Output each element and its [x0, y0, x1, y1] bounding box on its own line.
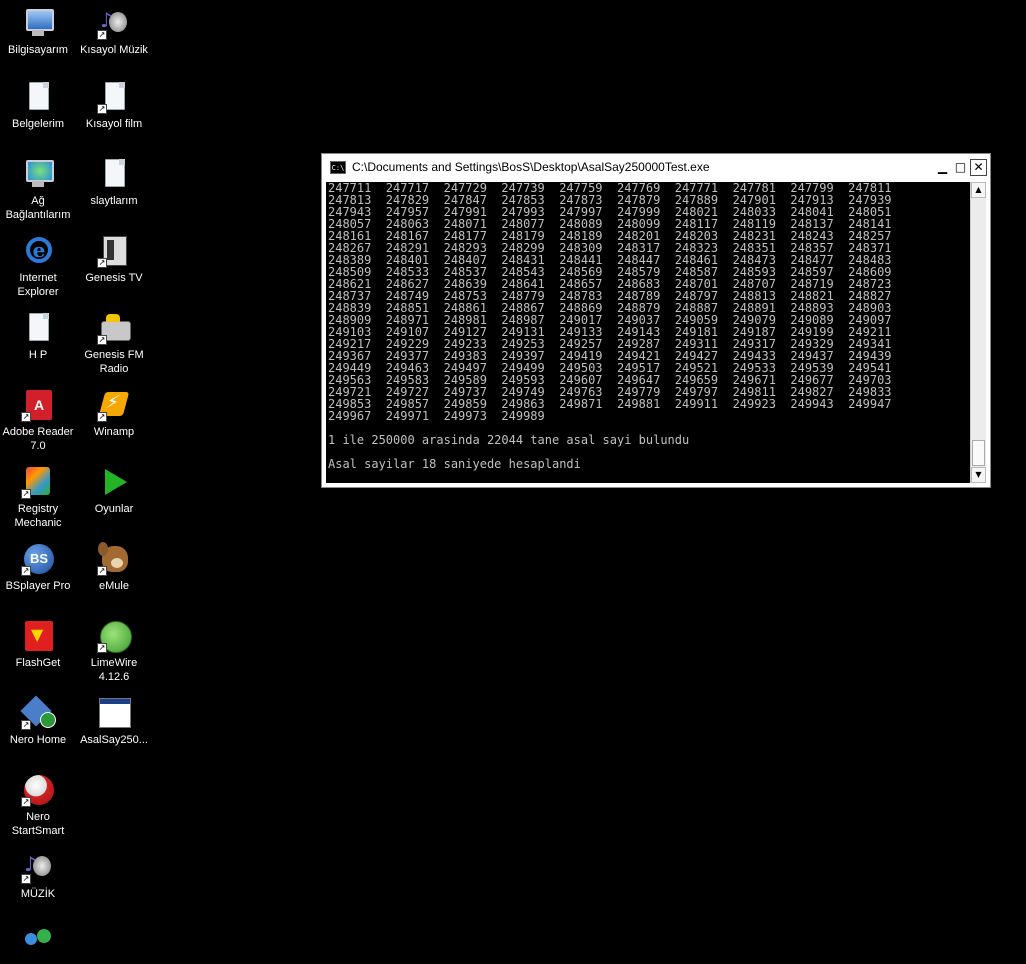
network-icon	[21, 157, 55, 191]
adobe-reader-icon: A ↗	[21, 388, 55, 422]
nero-startsmart-icon: ↗	[21, 773, 55, 807]
desktop-icon-label: H P	[28, 349, 48, 361]
desktop-icon-games[interactable]: Oyunlar	[76, 465, 152, 516]
desktop-icon-label: BSplayer Pro	[5, 580, 71, 592]
hp-folder-icon	[21, 311, 55, 345]
desktop-icon-asalsay[interactable]: AsalSay250...	[76, 696, 152, 747]
console-output-text: 247711 247717 247729 247739 247759 24776…	[328, 182, 892, 471]
desktop-icon-genesis-fm-radio[interactable]: ↗ Genesis FM Radio	[76, 311, 152, 376]
console-output-area[interactable]: 247711 247717 247729 247739 247759 24776…	[326, 182, 970, 483]
desktop-icon-label: Genesis FM Radio	[84, 349, 144, 375]
desktop-icon-label: Kısayol Müzik	[80, 44, 148, 56]
desktop-icon-label: AsalSay250...	[80, 734, 148, 746]
desktop-icon-label: Nero Home	[9, 734, 67, 746]
desktop-icon-documents[interactable]: Belgelerim	[0, 80, 76, 131]
scroll-up-arrow-icon[interactable]: ▲	[971, 182, 986, 198]
console-app-icon[interactable]: C:\	[330, 161, 346, 174]
desktop-icon-label: Adobe Reader 7.0	[2, 426, 74, 452]
desktop-icon-label: Registry Mechanic	[14, 503, 62, 529]
my-computer-icon	[21, 6, 55, 40]
desktop-icon-label: Ağ Bağlantılarım	[5, 195, 71, 221]
documents-icon	[21, 80, 55, 114]
desktop-icon-adobe-reader[interactable]: A ↗ Adobe Reader 7.0	[0, 388, 76, 453]
application-icon	[97, 696, 131, 730]
desktop-icon-hp[interactable]: H P	[0, 311, 76, 362]
desktop-icon-slides[interactable]: slaytlarım	[76, 157, 152, 208]
bsplayer-icon: BS ↗	[21, 542, 55, 576]
desktop-icon-internet-explorer[interactable]: e Internet Explorer	[0, 234, 76, 299]
desktop-icon-label: Genesis TV	[85, 272, 143, 284]
desktop-icon-label: LimeWire 4.12.6	[90, 657, 138, 683]
music-shortcut-icon: ♪ ↗	[97, 6, 131, 40]
registry-mechanic-icon: ↗	[21, 465, 55, 499]
users-icon	[21, 927, 55, 961]
desktop-icon-genesis-tv[interactable]: ↗ Genesis TV	[76, 234, 152, 285]
console-window[interactable]: C:\ C:\Documents and Settings\BosS\Deskt…	[321, 153, 991, 488]
film-shortcut-icon: ↗	[97, 80, 131, 114]
nero-home-icon: ↗	[20, 695, 56, 730]
desktop-icon-label: slaytlarım	[90, 195, 138, 207]
genesis-tv-icon: ↗	[97, 234, 131, 268]
desktop-icon-users[interactable]	[0, 927, 76, 964]
desktop-icon-label: Internet Explorer	[17, 272, 59, 298]
close-button[interactable]: ✕	[970, 159, 987, 176]
slides-icon	[97, 157, 131, 191]
window-title: C:\Documents and Settings\BosS\Desktop\A…	[352, 160, 710, 174]
scroll-thumb[interactable]	[972, 440, 985, 466]
desktop-icon-limewire[interactable]: ↗ LimeWire 4.12.6	[76, 619, 152, 684]
flashget-icon	[21, 619, 55, 653]
emule-icon: ↗	[97, 542, 131, 576]
desktop-icon-label: FlashGet	[15, 657, 61, 669]
winamp-icon: ↗	[97, 388, 131, 422]
desktop-icon-music[interactable]: ♪ ↗ MÜZİK	[0, 850, 76, 901]
desktop-icon-winamp[interactable]: ↗ Winamp	[76, 388, 152, 439]
limewire-icon: ↗	[97, 619, 132, 653]
scroll-down-arrow-icon[interactable]: ▼	[971, 467, 986, 483]
desktop-icon-registry-mechanic[interactable]: ↗ Registry Mechanic	[0, 465, 76, 530]
desktop-icon-nero-startsmart[interactable]: ↗ Nero StartSmart	[0, 773, 76, 838]
desktop-icon-network[interactable]: Ağ Bağlantılarım	[0, 157, 76, 222]
music-icon: ♪ ↗	[21, 850, 55, 884]
desktop-icon-music-shortcut[interactable]: ♪ ↗ Kısayol Müzik	[76, 6, 152, 57]
desktop-icon-label: eMule	[99, 580, 129, 592]
desktop-icon-bsplayer[interactable]: BS ↗ BSplayer Pro	[0, 542, 76, 593]
vertical-scrollbar[interactable]: ▲ ▼	[970, 182, 986, 483]
genesis-fm-radio-icon: ↗	[97, 311, 131, 345]
desktop-icon-label: Nero StartSmart	[11, 811, 65, 837]
desktop-icon-nero-home[interactable]: ↗ Nero Home	[0, 695, 76, 747]
desktop-icon-flashget[interactable]: FlashGet	[0, 619, 76, 670]
internet-explorer-icon: e	[21, 234, 55, 268]
games-icon	[97, 465, 131, 499]
desktop-icon-film-shortcut[interactable]: ↗ Kısayol film	[76, 80, 152, 131]
desktop-icon-emule[interactable]: ↗ eMule	[76, 542, 152, 593]
desktop-icon-my-computer[interactable]: Bilgisayarım	[0, 6, 76, 57]
maximize-button[interactable]: □	[952, 159, 969, 176]
desktop-icon-label: Winamp	[93, 426, 135, 438]
desktop-icon-label: MÜZİK	[20, 888, 56, 900]
console-title-bar[interactable]: C:\ C:\Documents and Settings\BosS\Deskt…	[322, 154, 990, 182]
desktop-icon-label: Oyunlar	[94, 503, 134, 515]
desktop-icon-label: Belgelerim	[12, 118, 64, 130]
desktop-icon-label: Kısayol film	[85, 118, 143, 130]
desktop-icon-label: Bilgisayarım	[8, 44, 68, 56]
minimize-button[interactable]: ▁	[934, 159, 951, 176]
